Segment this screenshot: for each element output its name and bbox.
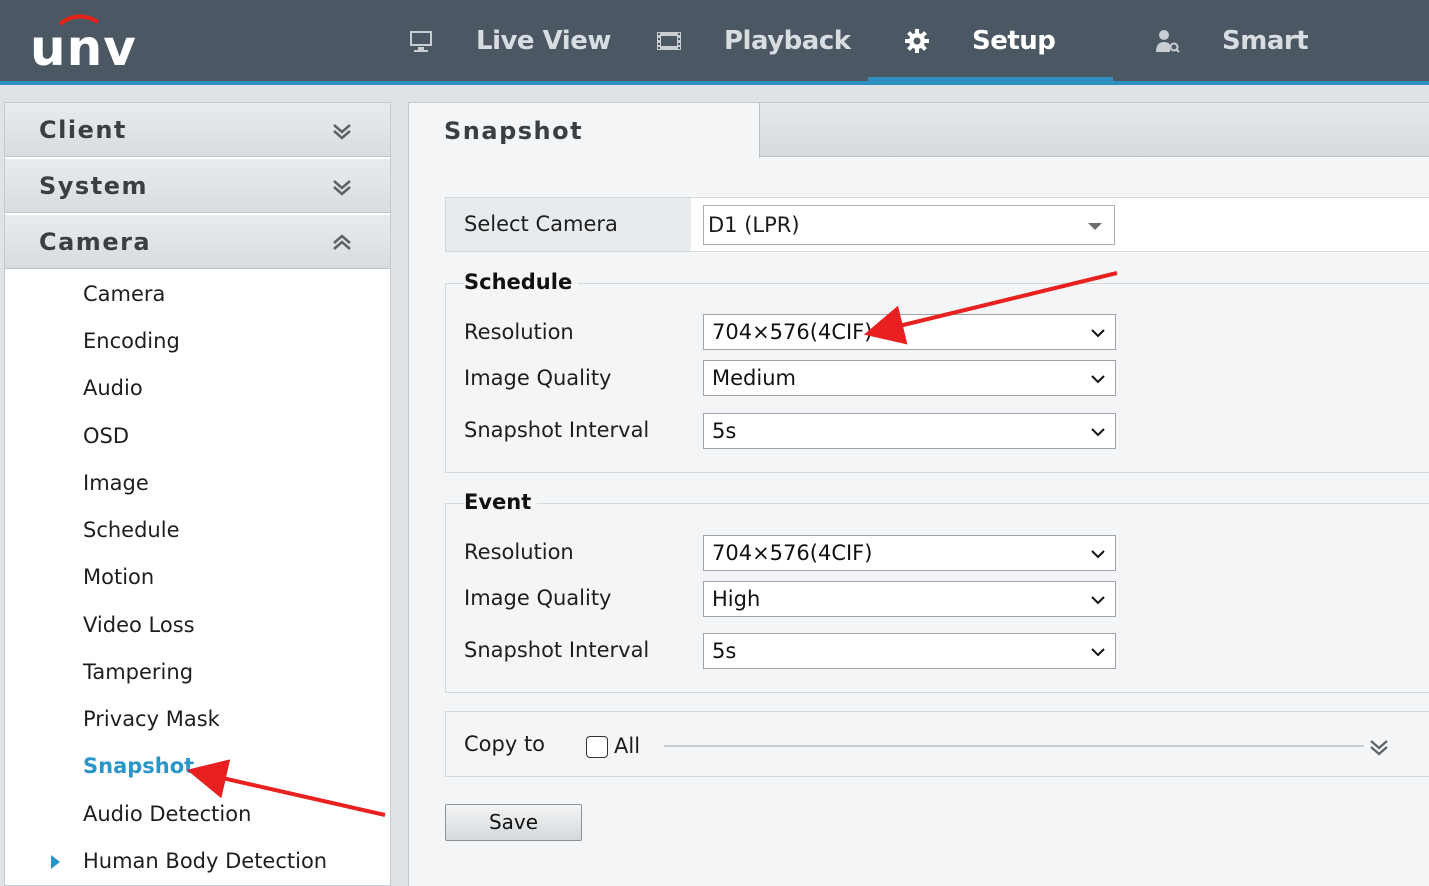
event-interval-select[interactable]: 5s (703, 633, 1116, 669)
sidebar-section-client[interactable]: Client (5, 103, 390, 157)
select-camera-row: Select Camera D1 (LPR) (445, 197, 1429, 252)
sidebar-item-snapshot[interactable]: Snapshot (83, 751, 194, 781)
dropdown-triangle-icon (1088, 223, 1102, 230)
chevron-down-icon (1091, 428, 1105, 437)
tab-snapshot[interactable]: Snapshot (409, 103, 760, 158)
copy-to-label: Copy to (464, 732, 546, 756)
nav-setup-label: Setup (972, 25, 1056, 56)
schedule-interval-label: Snapshot Interval (464, 418, 650, 442)
sidebar-section-camera[interactable]: Camera (5, 215, 390, 269)
sidebar: Client System Camera Camera Encoding Aud… (4, 102, 391, 886)
sidebar-item-privacy-mask[interactable]: Privacy Mask (83, 704, 220, 734)
monitor-icon (410, 30, 432, 52)
topbar-accent-line (0, 81, 1429, 85)
top-navigation-bar: unv Live View Playback Setup Smart (0, 0, 1429, 81)
sidebar-item-audio[interactable]: Audio (83, 373, 143, 403)
schedule-resolution-select[interactable]: 704×576(4CIF) (703, 314, 1116, 350)
schedule-title: Schedule (464, 270, 579, 294)
sidebar-item-video-loss[interactable]: Video Loss (83, 610, 195, 640)
logo-text: unv (30, 19, 137, 77)
chevron-down-icon (1091, 550, 1105, 559)
nav-setup[interactable]: Setup (904, 0, 1056, 81)
select-camera-dropdown[interactable]: D1 (LPR) (703, 205, 1115, 245)
nav-playback-label: Playback (724, 25, 851, 56)
copy-all-checkbox[interactable] (586, 736, 608, 758)
sidebar-item-image[interactable]: Image (83, 468, 149, 498)
sidebar-item-schedule[interactable]: Schedule (83, 515, 180, 545)
nav-live-view[interactable]: Live View (408, 0, 611, 81)
double-chevron-down-icon[interactable] (1368, 736, 1390, 758)
event-resolution-value: 704×576(4CIF) (712, 541, 873, 565)
double-chevron-down-icon (333, 124, 351, 140)
event-resolution-select[interactable]: 704×576(4CIF) (703, 535, 1116, 571)
event-quality-select[interactable]: High (703, 581, 1116, 617)
sidebar-section-label: Client (39, 115, 127, 144)
nav-live-view-label: Live View (476, 25, 611, 56)
copy-to-row: Copy to All (445, 711, 1429, 777)
schedule-quality-select[interactable]: Medium (703, 360, 1116, 396)
sidebar-item-motion[interactable]: Motion (83, 562, 154, 592)
sidebar-section-system[interactable]: System (5, 159, 390, 213)
nav-smart[interactable]: Smart (1154, 0, 1309, 81)
active-item-arrow-icon (51, 855, 60, 869)
sidebar-item-osd[interactable]: OSD (83, 421, 129, 451)
smart-person-icon (1156, 29, 1180, 53)
tab-bar: Snapshot (409, 103, 1429, 158)
sidebar-item-tampering[interactable]: Tampering (83, 657, 193, 687)
schedule-resolution-label: Resolution (464, 320, 574, 344)
schedule-quality-value: Medium (712, 366, 796, 390)
double-chevron-up-icon (333, 234, 351, 250)
schedule-interval-select[interactable]: 5s (703, 413, 1116, 449)
nav-playback[interactable]: Playback (656, 0, 851, 81)
select-camera-value: D1 (LPR) (708, 213, 800, 237)
event-interval-value: 5s (712, 639, 737, 663)
save-button[interactable]: Save (445, 804, 582, 841)
event-title: Event (464, 490, 538, 514)
unv-logo: unv (26, 8, 146, 77)
sidebar-section-label: Camera (39, 227, 152, 256)
gear-icon (905, 28, 929, 53)
double-chevron-down-icon (333, 180, 351, 196)
event-resolution-label: Resolution (464, 540, 574, 564)
chevron-down-icon (1091, 596, 1105, 605)
film-icon (657, 31, 681, 50)
schedule-quality-label: Image Quality (464, 366, 612, 390)
sidebar-item-human-body-detection[interactable]: Human Body Detection (83, 846, 327, 876)
chevron-down-icon (1091, 329, 1105, 338)
schedule-group: Schedule Resolution 704×576(4CIF) Image … (445, 270, 1429, 473)
sidebar-item-camera[interactable]: Camera (83, 279, 165, 309)
event-quality-label: Image Quality (464, 586, 612, 610)
chevron-down-icon (1091, 375, 1105, 384)
tab-snapshot-label: Snapshot (444, 116, 584, 145)
event-interval-label: Snapshot Interval (464, 638, 650, 662)
sidebar-section-label: System (39, 171, 148, 200)
schedule-interval-value: 5s (712, 419, 737, 443)
select-camera-label: Select Camera (464, 212, 618, 236)
chevron-down-icon (1091, 648, 1105, 657)
sidebar-item-encoding[interactable]: Encoding (83, 326, 180, 356)
event-quality-value: High (712, 587, 761, 611)
schedule-resolution-value: 704×576(4CIF) (712, 320, 873, 344)
copy-divider (664, 745, 1364, 747)
sidebar-item-audio-detection[interactable]: Audio Detection (83, 799, 251, 829)
main-content: Snapshot Select Camera D1 (LPR) Schedule… (408, 102, 1429, 886)
copy-all-label: All (614, 734, 641, 758)
event-group: Event Resolution 704×576(4CIF) Image Qua… (445, 490, 1429, 693)
select-camera-label-cell: Select Camera (446, 198, 691, 251)
nav-smart-label: Smart (1222, 25, 1309, 56)
